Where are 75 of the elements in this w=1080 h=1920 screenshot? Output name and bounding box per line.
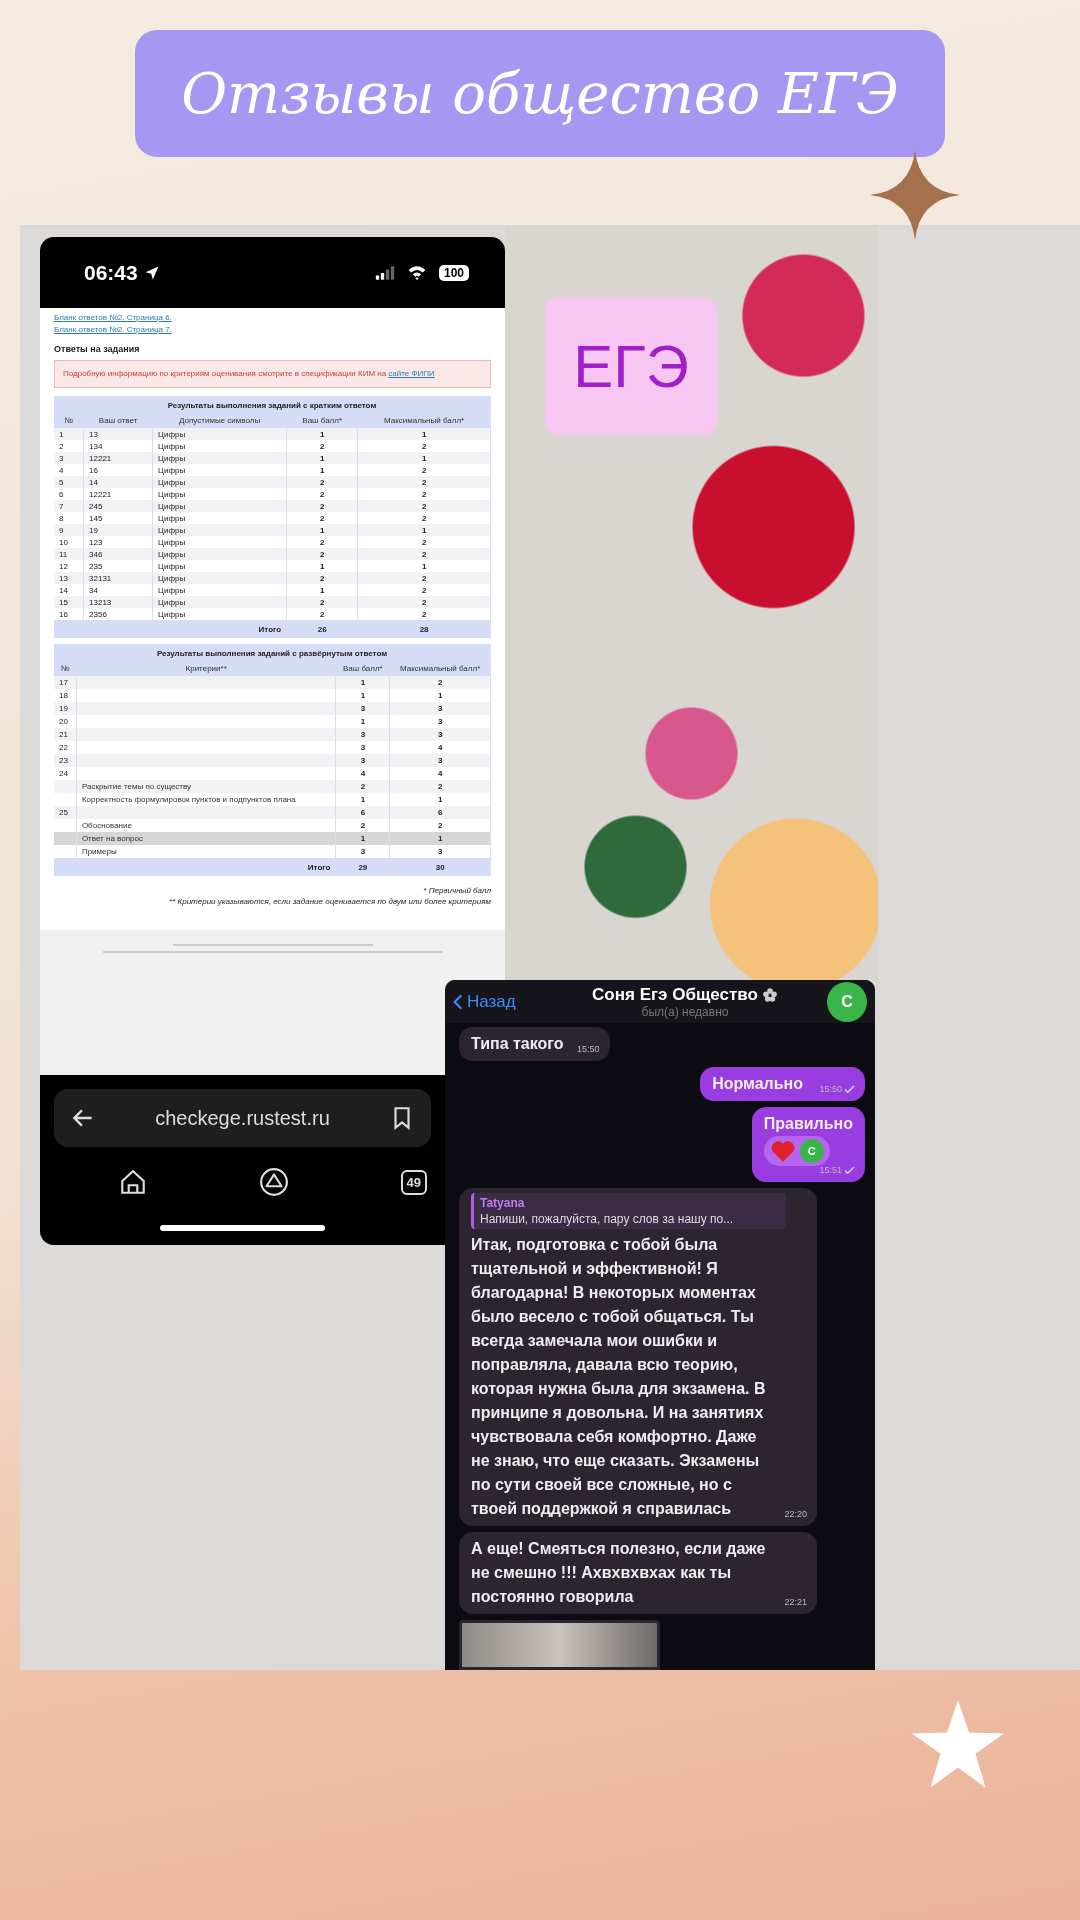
message-time: 15:51 <box>819 1163 855 1177</box>
table-cell: 30 <box>389 858 491 876</box>
section-heading: Ответы на задания <box>54 344 140 354</box>
page-link[interactable]: Бланк ответов №2. Страница 6. <box>54 312 172 324</box>
column-header: Ваш ответ <box>83 414 153 428</box>
check-icon <box>844 1084 855 1094</box>
table-cell: 18 <box>59 691 68 700</box>
table-cell: 24 <box>59 769 68 778</box>
home-icon[interactable] <box>118 1167 148 1197</box>
status-time: 06:43 <box>84 260 138 285</box>
address-bar[interactable]: checkege.rustest.ru <box>54 1089 431 1147</box>
message-text: Правильно <box>763 1114 853 1134</box>
page-title: Отзывы общество ЕГЭ <box>135 30 945 157</box>
footnote: * Первичный балл <box>423 886 491 895</box>
table-cell: 29 <box>335 858 390 876</box>
sparkle-icon <box>870 150 960 240</box>
photo-message[interactable] <box>459 1620 660 1670</box>
table-cell: 20 <box>59 717 68 726</box>
criterion-cell: Корректность формулировок пунктов и подпунктов плана <box>81 795 296 804</box>
page-link[interactable]: Бланк ответов №2. Страница 7. <box>54 324 172 336</box>
message-time: 15:50 <box>577 1043 600 1056</box>
table-cell: 23 <box>59 756 68 765</box>
total-label: Итого <box>54 858 336 876</box>
reaction-pill[interactable]: С <box>763 1136 830 1166</box>
criterion-cell: Обоснование <box>81 821 132 830</box>
chevron-icon <box>453 992 463 1011</box>
message-time: 22:21 <box>784 1596 807 1609</box>
flower-icon <box>761 986 778 1003</box>
criterion-cell: Ответ на вопрос <box>81 834 143 843</box>
signal-icon <box>374 265 395 280</box>
table-cell: 21 <box>59 730 68 739</box>
message-time: 22:20 <box>784 1508 807 1521</box>
heart-icon <box>769 1139 796 1163</box>
quote-text: Напиши, пожалуйста, пару слов за нашу по... <box>480 1211 735 1227</box>
check-icon <box>844 1165 855 1175</box>
criterion-cell: Примеры <box>81 847 117 856</box>
column-header: Ваш балл* <box>335 662 390 676</box>
column-header: Максимальный балл* <box>357 414 491 428</box>
tabs-button[interactable]: 49 <box>400 1169 427 1195</box>
table-cell: 19 <box>59 704 68 713</box>
footnote: ** Критерии указываются, если задание оценивается по двум или более критериям <box>169 897 491 906</box>
total-label: Итого <box>54 620 287 638</box>
table-title: Результаты выполнения заданий с развёрнутым ответом <box>54 644 491 662</box>
table-cell: 26 <box>286 620 358 638</box>
column-header: Допустимые символы <box>152 414 287 428</box>
column-header: № <box>54 414 84 428</box>
table-cell: 25 <box>59 808 68 817</box>
notice-link[interactable]: сайте ФИПИ <box>388 369 435 378</box>
column-header: Максимальный балл* <box>389 662 491 676</box>
message-text: Итак, подготовка с тобой была тщательной и эффективной! Я благодарна! В некоторых моментах было весело с тобой общаться. Ты всегда замечала мои ошибки и поправляла, давала всю теорию, которая нужна была для экзамена. В принципе я довольна. И на занятиях чувствовала себя комфортно. Даже не знаю, что еще сказать. Экзамены по сути своей все сложные, но с твоей поддержкой я справилась <box>471 1235 767 1519</box>
table-cell: 17 <box>59 678 68 687</box>
chat-name: Соня Егэ Общество <box>592 984 758 1005</box>
reply-quote[interactable]: Tatyana Напиши, пожалуйста, пару слов за нашу по... <box>471 1193 786 1229</box>
back-link[interactable]: Назад <box>453 991 543 1012</box>
info-notice: Подробную информацию по критериям оценивания смотрите в спецификации КИМ на сайте ФИПИ <box>54 360 491 388</box>
message-time: 15:50 <box>819 1082 855 1096</box>
criterion-cell: Раскрытие темы по существу <box>81 782 192 791</box>
quote-author: Tatyana <box>480 1195 526 1211</box>
message-text: Типа такого <box>471 1034 564 1054</box>
battery-level: 100 <box>438 264 469 281</box>
message-text: А еще! Смеяться полезно, если даже не смешно !!! Ахвхвхвхах как ты постоянно говорила <box>471 1539 767 1607</box>
column-header: Ваш балл* <box>286 414 358 428</box>
message-text: Нормально <box>712 1074 803 1094</box>
star-icon <box>912 1700 1004 1788</box>
exam-badge: ЕГЭ <box>545 297 717 435</box>
assistant-icon[interactable] <box>259 1167 290 1197</box>
table-cell: 28 <box>357 620 491 638</box>
column-header: № <box>54 662 77 676</box>
table-cell: 22 <box>59 743 68 752</box>
avatar[interactable]: С <box>827 981 867 1022</box>
chat-status: был(а) недавно <box>641 1004 729 1019</box>
table-title: Результаты выполнения заданий с кратким ответом <box>54 396 491 414</box>
reaction-avatar: С <box>799 1139 824 1163</box>
wifi-icon <box>406 265 427 280</box>
column-header: Критерии** <box>76 662 336 676</box>
